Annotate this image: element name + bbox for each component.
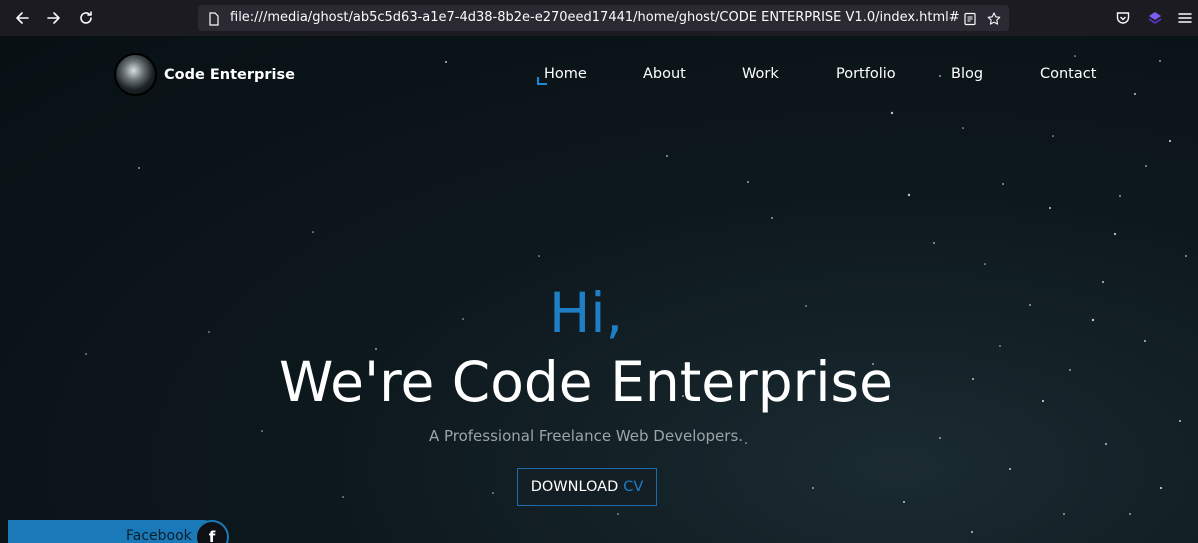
brand-name: Code Enterprise [164,66,295,83]
browser-toolbar: file:///media/ghost/ab5c5d63-a1e7-4d38-8… [0,0,1198,36]
reload-icon[interactable] [76,8,96,28]
facebook-label: Facebook [126,528,192,543]
hero-headline: We're Code Enterprise [278,350,894,414]
brand[interactable]: Code Enterprise [114,53,295,96]
reader-view-icon[interactable] [963,11,977,26]
download-cv-label: DOWNLOAD [530,479,619,495]
page-icon [207,11,221,26]
nav-about[interactable]: About [643,66,686,82]
hero-tagline: A Professional Freelance Web Developers. [428,427,744,445]
nav-home[interactable]: Home [544,66,587,82]
nav-work[interactable]: Work [742,66,779,82]
bookmark-star-icon[interactable] [987,11,1001,25]
back-icon[interactable] [12,8,32,28]
forward-icon[interactable] [44,8,64,28]
download-cv-accent: CV [623,479,644,495]
nav-blog[interactable]: Blog [951,66,983,82]
nav-contact[interactable]: Contact [1040,66,1096,82]
pocket-icon[interactable] [1113,8,1133,28]
hero-greeting: Hi, [548,281,624,345]
url-text[interactable]: file:///media/ghost/ab5c5d63-a1e7-4d38-8… [230,10,960,25]
download-cv-button[interactable]: DOWNLOAD CV [517,468,657,506]
menu-icon[interactable] [1175,8,1195,28]
hero-section: Code Enterprise Home About Work Portfoli… [0,36,1198,543]
facebook-social-bar[interactable]: Facebook [8,520,218,543]
nav-portfolio[interactable]: Portfolio [836,66,896,82]
brand-logo [114,53,157,96]
extension-icon[interactable] [1145,8,1165,28]
url-bar[interactable]: file:///media/ghost/ab5c5d63-a1e7-4d38-8… [198,5,1009,31]
